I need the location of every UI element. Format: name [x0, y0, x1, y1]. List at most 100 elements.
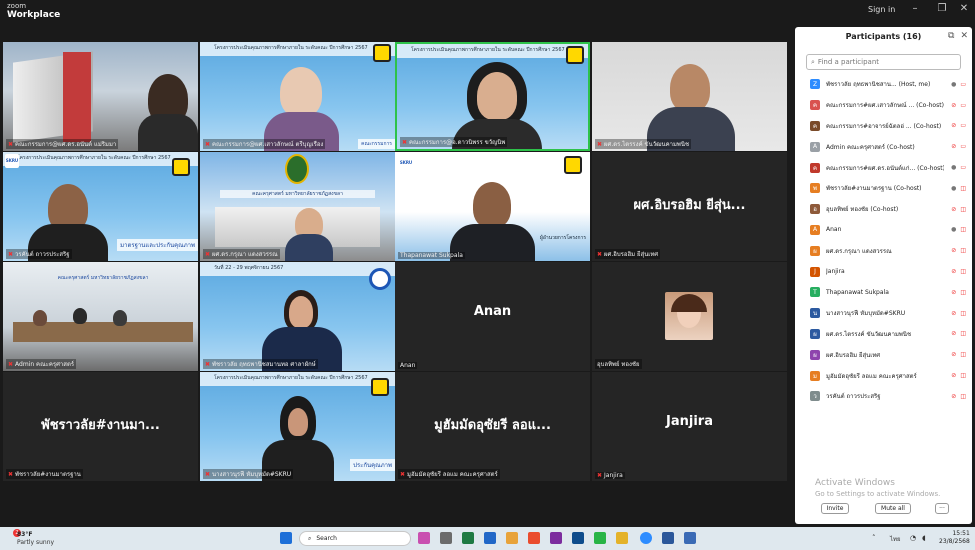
sign-in-button[interactable]: Sign in	[868, 5, 895, 14]
mic-icon[interactable]: ●	[951, 81, 956, 88]
mute-all-button[interactable]: Mute all	[875, 503, 911, 514]
camera-icon[interactable]: ▭	[960, 102, 966, 109]
mic-muted-icon[interactable]: ⊘	[951, 206, 956, 213]
zoom-icon[interactable]	[640, 532, 652, 544]
participant-row[interactable]: พ พัชราวลัย#งานมาตรฐาน (Co-host) ● ◫	[795, 178, 972, 199]
avatar: ค	[810, 120, 820, 131]
mic-icon[interactable]: ●	[951, 226, 956, 233]
participant-row[interactable]: ม มูฮัมมัดอุซัยรี ลอแม คณะครุศาสตร์ ⊘ ◫	[795, 365, 972, 386]
camera-icon[interactable]: ▭	[960, 164, 966, 171]
participant-row[interactable]: ค คณะกรรมการ#อาจารย์ฉัตลอ่ ... (Co-host) ⊘…	[795, 116, 972, 137]
mic-muted-icon[interactable]: ⊘	[951, 372, 956, 379]
camera-off-icon[interactable]: ◫	[960, 289, 966, 296]
profile-picture	[665, 292, 713, 340]
video-tile[interactable]: ✖ ผศ.ดร.ไตรรงค์ ขันวัฒนคามพนิช	[592, 42, 787, 151]
video-tile[interactable]: คณะครุศาสตร์ มหาวิทยาลัยราชภัฏสงขลา ✖ Adm…	[3, 262, 198, 371]
participant-row[interactable]: ผ ผศ.อิบรอฮิม ยีสุ่นเทศ ⊘ ◫	[795, 344, 972, 365]
video-tile[interactable]: Anan Anan	[395, 262, 590, 371]
participant-row[interactable]: น นางสาวนุรฟี หัมบุหมัด#SKRU ⊘ ◫	[795, 303, 972, 324]
mic-muted-icon[interactable]: ⊘	[951, 393, 956, 400]
clock[interactable]: 15:51 23/8/2568	[939, 530, 970, 546]
volume-icon[interactable]: ◖	[922, 534, 926, 542]
camera-off-icon[interactable]: ◫	[960, 206, 966, 213]
participant-row[interactable]: ผ ผศ.ดร.กรุณา แดงสวรรณ ⊘ ◫	[795, 240, 972, 261]
restore-icon[interactable]: ❐	[935, 3, 949, 14]
camera-off-icon[interactable]: ◫	[960, 393, 966, 400]
mic-muted-icon[interactable]: ⊘	[951, 122, 956, 129]
camera-off-icon[interactable]: ◫	[960, 310, 966, 317]
search-icon: ⌕	[308, 534, 312, 542]
app-icon[interactable]	[462, 532, 474, 544]
line-icon[interactable]	[594, 532, 606, 544]
app-icon[interactable]	[572, 532, 584, 544]
more-options-button[interactable]: ···	[935, 503, 949, 514]
task-view-icon[interactable]	[440, 532, 452, 544]
mic-muted-icon[interactable]: ⊘	[951, 289, 956, 296]
participant-search-input[interactable]: ⌕ Find a participant	[806, 54, 961, 70]
video-tile[interactable]: ✖ คณะกรรมการ@ผศ.ดร.อนันต์ แม่ริมมา	[3, 42, 198, 151]
video-tile[interactable]: Janjira ✖ Janjira	[592, 372, 787, 481]
camera-icon[interactable]: ▭	[960, 143, 966, 150]
invite-button[interactable]: Invite	[821, 503, 849, 514]
video-tile[interactable]: ผศ.อิบรอฮิม ยีสุ่น... ✖ ผศ.อิบรอฮิม ยีสุ่…	[592, 152, 787, 261]
participant-row[interactable]: J Janjira ⊘ ◫	[795, 261, 972, 282]
wifi-icon[interactable]: ◔	[910, 534, 916, 542]
participant-row[interactable]: ผ ผศ.ดร.ไตรรงค์ ขันวัฒนคามพนิช ⊘ ◫	[795, 324, 972, 345]
video-tile[interactable]: โครงการประเมินคุณภาพการศึกษาภายใน ระดับค…	[200, 372, 395, 481]
participant-row[interactable]: Z พัชราวลัย ฤทธพานิชสาน... (Host, me) ● ▭	[795, 74, 972, 95]
video-tile[interactable]: โครงการประเมินคุณภาพการศึกษาภายใน ระดับค…	[3, 152, 198, 261]
participant-row[interactable]: ค คณะกรรมการ#ผศ.ดร.อนันต์แก่... (Co-host)…	[795, 157, 972, 178]
mic-muted-icon[interactable]: ⊘	[951, 330, 956, 337]
weather-widget[interactable]: 83°F Partly sunny	[17, 531, 54, 547]
video-tile-active-speaker[interactable]: โครงการประเมินคุณภาพการศึกษาภายใน ระดับค…	[395, 42, 590, 151]
mic-muted-icon: ✖	[402, 138, 408, 146]
mic-muted-icon[interactable]: ⊘	[951, 268, 956, 275]
camera-off-icon[interactable]: ◫	[960, 226, 966, 233]
video-tile[interactable]: วันที่ 22 - 29 พฤศจิกายน 2567 ✖ พัชราวลัย…	[200, 262, 395, 371]
mic-muted-icon[interactable]: ⊘	[951, 143, 956, 150]
mic-muted-icon[interactable]: ⊘	[951, 102, 956, 109]
camera-off-icon[interactable]: ◫	[960, 185, 966, 192]
language-indicator[interactable]: ไทย	[890, 534, 901, 544]
minimize-icon[interactable]: –	[908, 3, 922, 14]
pop-out-icon[interactable]: ⧉	[948, 31, 954, 41]
mail-icon[interactable]	[484, 532, 496, 544]
chevron-up-icon[interactable]: ˄	[872, 534, 876, 542]
video-tile[interactable]: SKRU ผู้อำนวยการโครงการ Thapanawat Sukpa…	[395, 152, 590, 261]
participant-row[interactable]: ค คณะกรรมการ#ผศ.เสาวลักษณ์ ... (Co-host) ⊘…	[795, 95, 972, 116]
camera-icon[interactable]: ▭	[960, 81, 966, 88]
participant-row[interactable]: T Thapanawat Sukpala ⊘ ◫	[795, 282, 972, 303]
camera-off-icon[interactable]: ◫	[960, 268, 966, 275]
participant-row[interactable]: A Admin คณะครุศาสตร์ (Co-host) ⊘ ▭	[795, 136, 972, 157]
app-icon[interactable]	[684, 532, 696, 544]
camera-off-icon[interactable]: ◫	[960, 372, 966, 379]
mic-muted-icon[interactable]: ⊘	[951, 351, 956, 358]
participant-name: Admin คณะครุศาสตร์ (Co-host)	[826, 143, 915, 151]
mic-icon[interactable]: ●	[951, 164, 956, 171]
taskbar-search[interactable]: ⌕ Search	[299, 531, 411, 546]
participant-row[interactable]: อ อุบลทิพย์ ทองชัย (Co-host) ⊘ ◫	[795, 199, 972, 220]
chrome-icon[interactable]	[616, 532, 628, 544]
camera-off-icon[interactable]: ◫	[960, 351, 966, 358]
camera-off-icon[interactable]: ◫	[960, 330, 966, 337]
close-panel-icon[interactable]: ✕	[960, 31, 968, 41]
video-tile[interactable]: คณะครุศาสตร์ มหาวิทยาลัยราชภัฏสงขลา ✖ ผศ.…	[200, 152, 395, 261]
participant-row[interactable]: A Anan ● ◫	[795, 220, 972, 241]
camera-icon[interactable]: ▭	[960, 122, 966, 129]
mic-muted-icon[interactable]: ⊘	[951, 310, 956, 317]
copilot-icon[interactable]	[418, 532, 430, 544]
file-explorer-icon[interactable]	[506, 532, 518, 544]
participant-row[interactable]: ว วรคันต์ ถาวรประสริฐ ⊘ ◫	[795, 386, 972, 407]
teams-icon[interactable]	[550, 532, 562, 544]
video-tile[interactable]: พัชราวลัย#งานมา... ✖ พัชราวลัย#งานมาตรฐาน	[3, 372, 198, 481]
video-tile[interactable]: โครงการประเมินคุณภาพการศึกษาภายใน ระดับค…	[200, 42, 395, 151]
video-tile[interactable]: มูฮัมมัดอุซัยรี ลอแ... ✖ มูฮัมมัดอุซัยรี …	[395, 372, 590, 481]
start-icon[interactable]	[280, 532, 292, 544]
close-icon[interactable]: ✕	[957, 3, 971, 14]
mic-muted-icon[interactable]: ⊘	[951, 247, 956, 254]
camera-off-icon[interactable]: ◫	[960, 247, 966, 254]
mic-icon[interactable]: ●	[951, 185, 956, 192]
word-icon[interactable]	[662, 532, 674, 544]
firefox-icon[interactable]	[528, 532, 540, 544]
video-tile[interactable]: อุบลทิพย์ ทองชัย	[592, 262, 787, 371]
